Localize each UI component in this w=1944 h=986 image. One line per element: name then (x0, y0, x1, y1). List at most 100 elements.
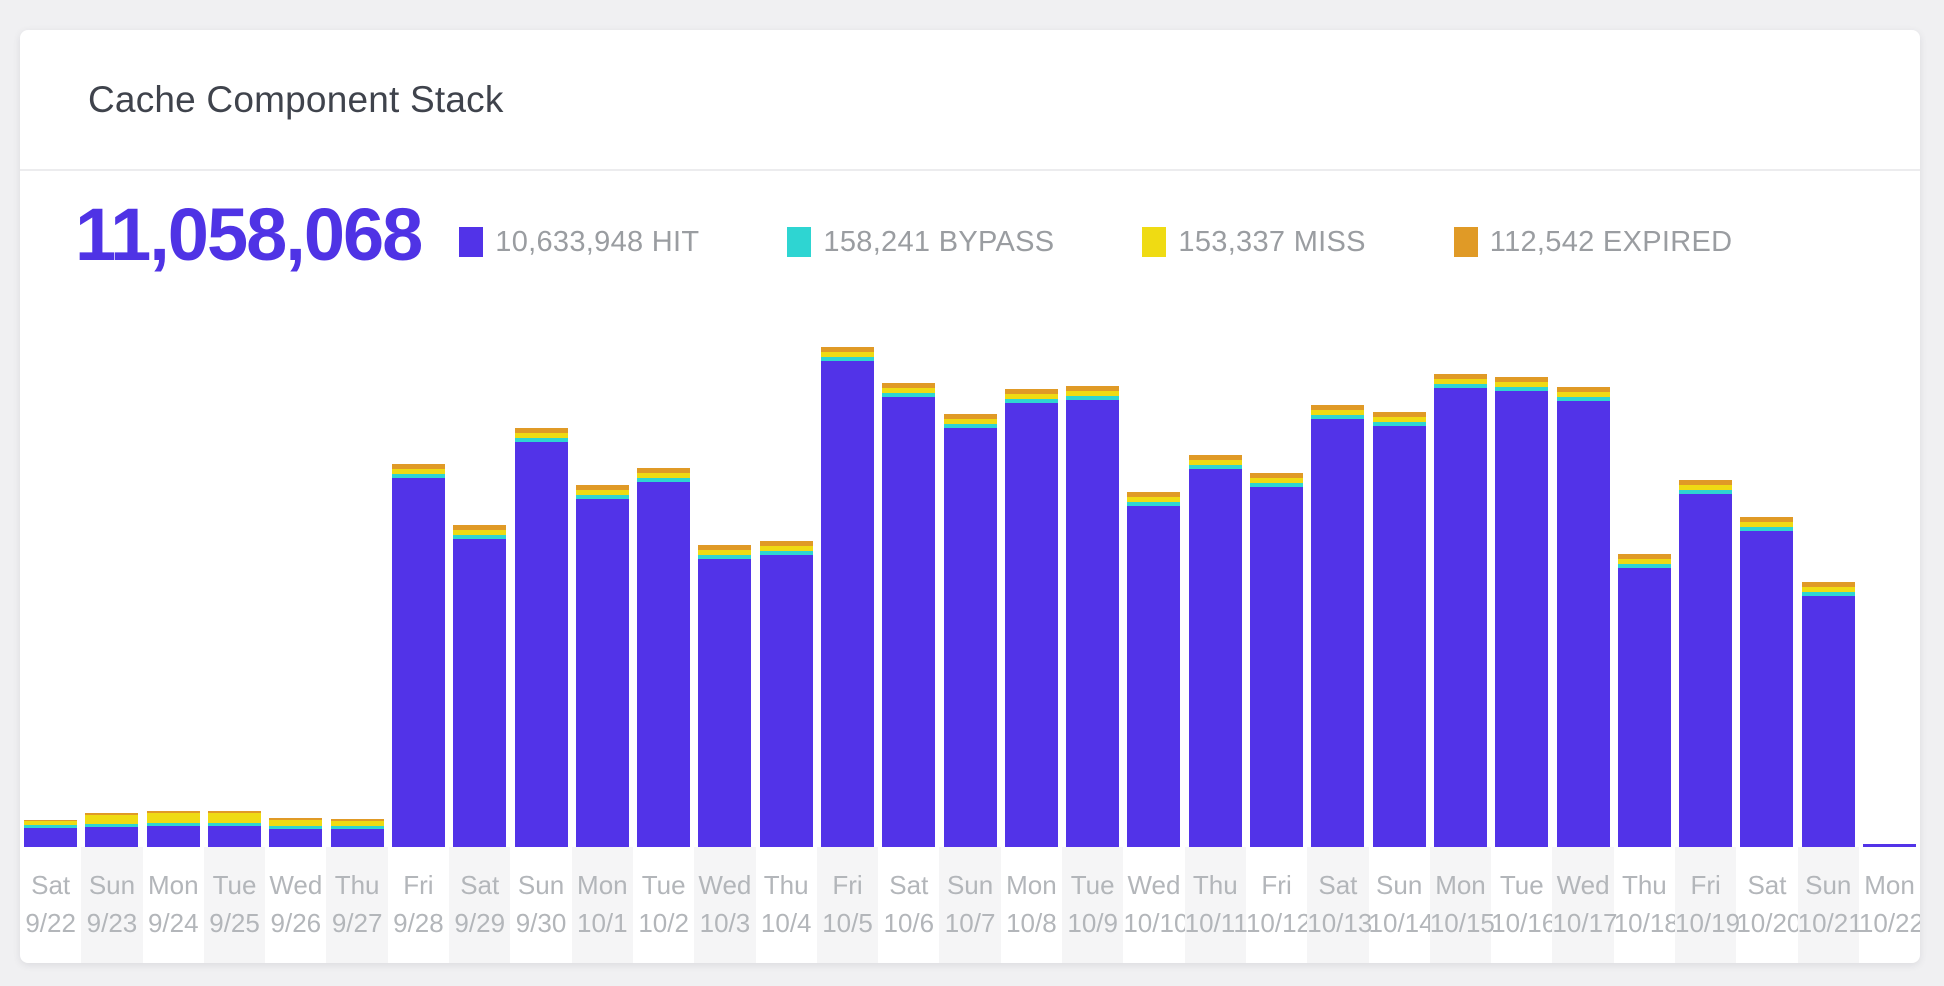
segment-hit[interactable] (760, 555, 813, 847)
bar-slot (572, 485, 633, 847)
bar-10/17[interactable] (1557, 387, 1610, 847)
bar-10/19[interactable] (1679, 480, 1732, 847)
axis-column-10/17: Wed10/17 (1552, 847, 1613, 963)
segment-hit[interactable] (1740, 531, 1793, 847)
bar-9/25[interactable] (208, 811, 261, 847)
bypass-swatch-icon (787, 227, 811, 257)
legend-label: 112,542 EXPIRED (1490, 226, 1733, 259)
segment-hit[interactable] (1679, 494, 1732, 847)
bar-9/26[interactable] (269, 818, 322, 847)
bar-10/7[interactable] (944, 414, 997, 847)
bar-9/22[interactable] (24, 820, 77, 847)
axis-column-10/21: Sun10/21 (1798, 847, 1859, 963)
bar-10/12[interactable] (1250, 473, 1303, 847)
bar-slot (756, 541, 817, 847)
day-label: Mon (143, 871, 204, 899)
segment-hit[interactable] (515, 442, 568, 847)
bar-slot (1614, 554, 1675, 847)
day-label: Sat (20, 871, 81, 899)
segment-miss[interactable] (147, 813, 200, 823)
bar-10/9[interactable] (1066, 386, 1119, 847)
segment-hit[interactable] (208, 826, 261, 847)
legend-item-hit[interactable]: 10,633,948 HIT (459, 226, 699, 259)
segment-hit[interactable] (85, 827, 138, 847)
legend-item-expired[interactable]: 112,542 EXPIRED (1454, 226, 1733, 259)
segment-hit[interactable] (147, 826, 200, 847)
bar-10/10[interactable] (1127, 492, 1180, 847)
segment-hit[interactable] (1005, 403, 1058, 847)
date-label: 10/4 (756, 909, 817, 937)
bar-10/1[interactable] (576, 485, 629, 847)
legend-item-miss[interactable]: 153,337 MISS (1142, 226, 1365, 259)
segment-hit[interactable] (576, 499, 629, 847)
bar-10/21[interactable] (1802, 582, 1855, 847)
segment-hit[interactable] (392, 478, 445, 847)
bar-10/11[interactable] (1189, 455, 1242, 847)
segment-hit[interactable] (1495, 391, 1548, 847)
bar-10/20[interactable] (1740, 517, 1793, 847)
segment-miss[interactable] (85, 815, 138, 824)
segment-hit[interactable] (1557, 401, 1610, 847)
day-label: Tue (204, 871, 265, 899)
segment-hit[interactable] (1189, 469, 1242, 847)
bar-9/24[interactable] (147, 811, 200, 847)
segment-hit[interactable] (882, 397, 935, 847)
segment-hit[interactable] (269, 829, 322, 847)
segment-hit[interactable] (24, 828, 77, 847)
segment-hit[interactable] (1127, 506, 1180, 847)
axis-column-10/5: Fri10/5 (817, 847, 878, 963)
bar-10/3[interactable] (698, 545, 751, 847)
segment-hit[interactable] (1373, 426, 1426, 847)
bar-9/30[interactable] (515, 428, 568, 847)
segment-hit[interactable] (331, 829, 384, 847)
bar-10/6[interactable] (882, 383, 935, 847)
legend-label: 153,337 MISS (1178, 226, 1365, 259)
bar-slot (1062, 386, 1123, 847)
bar-10/5[interactable] (821, 347, 874, 847)
cache-component-stack-card: Cache Component Stack 11,058,068 10,633,… (20, 30, 1920, 963)
segment-hit[interactable] (1618, 568, 1671, 847)
segment-hit[interactable] (1802, 596, 1855, 847)
axis-column-10/3: Wed10/3 (694, 847, 755, 963)
bar-9/29[interactable] (453, 525, 506, 847)
bar-slot (326, 819, 387, 847)
bar-10/15[interactable] (1434, 374, 1487, 847)
segment-miss[interactable] (208, 813, 261, 823)
bar-slot (510, 428, 571, 847)
bar-10/13[interactable] (1311, 405, 1364, 847)
axis-column-10/19: Fri10/19 (1675, 847, 1736, 963)
segment-hit[interactable] (1250, 487, 1303, 847)
bar-9/28[interactable] (392, 464, 445, 847)
page: { "card": { "title": "Cache Component St… (0, 0, 1944, 986)
date-label: 9/26 (265, 909, 326, 937)
bar-9/23[interactable] (85, 813, 138, 847)
segment-hit[interactable] (453, 539, 506, 847)
bar-slot (1369, 412, 1430, 847)
bar-9/27[interactable] (331, 819, 384, 847)
segment-hit[interactable] (1311, 419, 1364, 847)
segment-hit[interactable] (1434, 388, 1487, 847)
segment-hit[interactable] (821, 361, 874, 847)
segment-hit[interactable] (944, 428, 997, 847)
segment-hit[interactable] (637, 482, 690, 847)
date-label: 10/14 (1369, 909, 1430, 937)
bar-slot (1001, 389, 1062, 847)
date-label: 10/18 (1614, 909, 1675, 937)
axis-column-10/1: Mon10/1 (572, 847, 633, 963)
bar-10/2[interactable] (637, 468, 690, 847)
axis-column-10/16: Tue10/16 (1491, 847, 1552, 963)
bar-slot (20, 820, 81, 847)
bar-10/4[interactable] (760, 541, 813, 847)
bar-10/8[interactable] (1005, 389, 1058, 847)
axis-column-9/26: Wed9/26 (265, 847, 326, 963)
segment-hit[interactable] (698, 559, 751, 847)
bar-slot (1736, 517, 1797, 847)
bar-10/16[interactable] (1495, 377, 1548, 847)
stacked-bar-chart: Sat9/22Sun9/23Mon9/24Tue9/25Wed9/26Thu9/… (20, 300, 1920, 963)
bar-10/14[interactable] (1373, 412, 1426, 847)
day-label: Mon (1859, 871, 1920, 899)
segment-hit[interactable] (1066, 400, 1119, 847)
bar-10/18[interactable] (1618, 554, 1671, 847)
axis-column-9/25: Tue9/25 (204, 847, 265, 963)
legend-item-bypass[interactable]: 158,241 BYPASS (787, 226, 1054, 259)
